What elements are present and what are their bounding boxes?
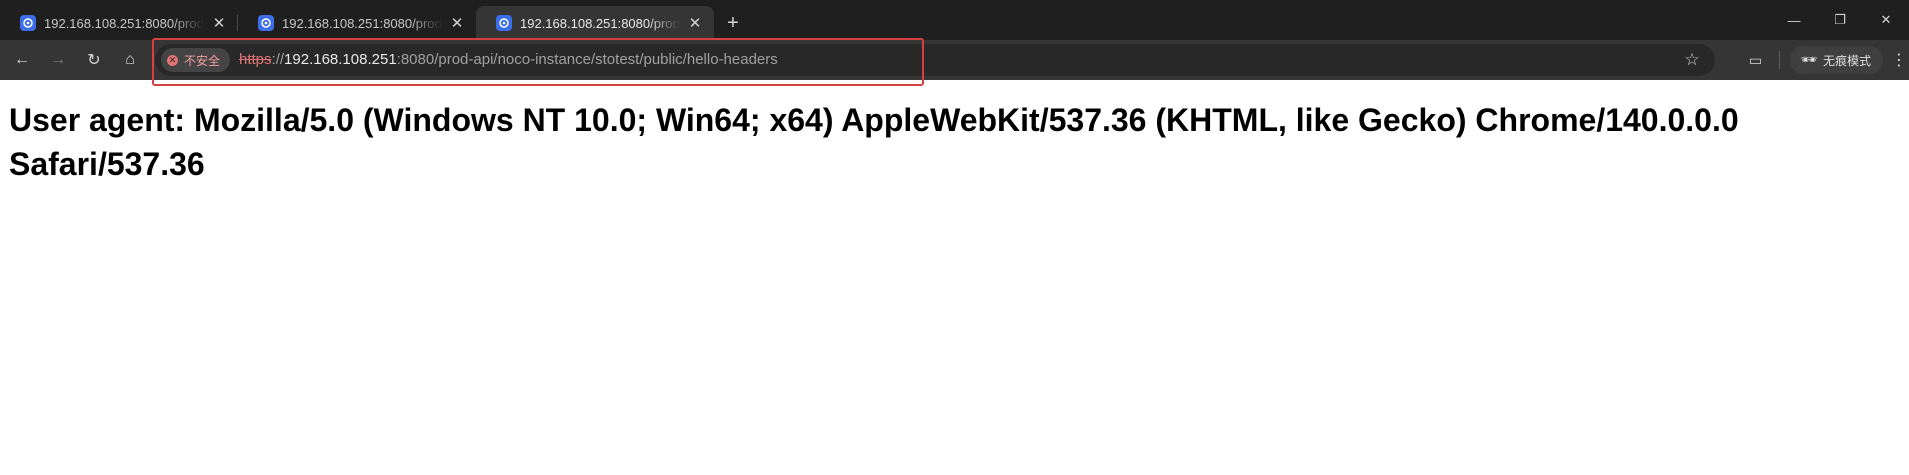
menu-icon[interactable]: ⋮ [1889,46,1909,74]
bookmark-star-icon[interactable]: ☆ [1680,48,1704,72]
tab-3-active[interactable]: 192.168.108.251:8080/prod-api/noco-insta… [476,6,714,40]
url-host: 192.168.108.251 [284,51,397,68]
browser-toolbar: ← → ↻ ⌂ ✕ 不安全 https://192.168.108.251:80… [0,38,1909,86]
tab-close-icon[interactable]: ✕ [448,14,466,32]
tab-strip: 192.168.108.251:8080/prod-api/noco-insta… [0,0,1909,40]
tab-1[interactable]: 192.168.108.251:8080/prod-api/noco-insta… [0,6,238,40]
url-separator: :// [271,51,285,68]
not-secure-icon: ✕ [167,54,178,66]
url-scheme: https [239,51,272,68]
back-button[interactable]: ← [4,44,40,76]
tab-close-icon[interactable]: ✕ [686,14,704,32]
window-controls: — ❐ ✕ [1771,0,1909,40]
favicon-icon [20,15,36,31]
url-path: :8080/prod-api/noco-instance/stotest/pub… [396,51,778,68]
tab-title: 192.168.108.251:8080/prod-api/noco-insta… [282,15,442,31]
favicon-icon [496,15,512,31]
favicon-icon [258,15,274,31]
restore-button[interactable]: ❐ [1817,0,1863,40]
address-bar[interactable]: ✕ 不安全 https://192.168.108.251:8080/prod-… [155,44,1715,76]
tab-close-icon[interactable]: ✕ [210,14,228,32]
side-panel-icon[interactable]: ▭ [1741,46,1769,74]
new-tab-button[interactable]: + [718,6,748,40]
home-button[interactable]: ⌂ [112,44,148,76]
incognito-icon: 🕶 [1800,52,1817,67]
incognito-label: 无痕模式 [1822,53,1871,68]
minimize-button[interactable]: — [1771,0,1817,40]
toolbar-divider [1779,51,1781,69]
incognito-badge[interactable]: 🕶 无痕模式 [1790,46,1883,74]
forward-button[interactable]: → [40,44,76,76]
reload-button[interactable]: ↻ [76,44,112,76]
page-content: User agent: Mozilla/5.0 (Windows NT 10.0… [0,80,1909,204]
security-label: 不安全 [184,53,221,68]
close-window-button[interactable]: ✕ [1863,0,1909,40]
toolbar-right: ▭ 🕶 无痕模式 ⋮ [1741,40,1909,80]
user-agent-heading: User agent: Mozilla/5.0 (Windows NT 10.0… [9,102,1739,182]
security-indicator[interactable]: ✕ 不安全 [161,48,231,72]
tab-2[interactable]: 192.168.108.251:8080/prod-api/noco-insta… [238,6,476,40]
tab-title: 192.168.108.251:8080/prod-api/noco-insta… [44,15,204,31]
tab-title: 192.168.108.251:8080/prod-api/noco-insta… [520,15,680,31]
url-text[interactable]: https://192.168.108.251:8080/prod-api/no… [239,44,778,76]
